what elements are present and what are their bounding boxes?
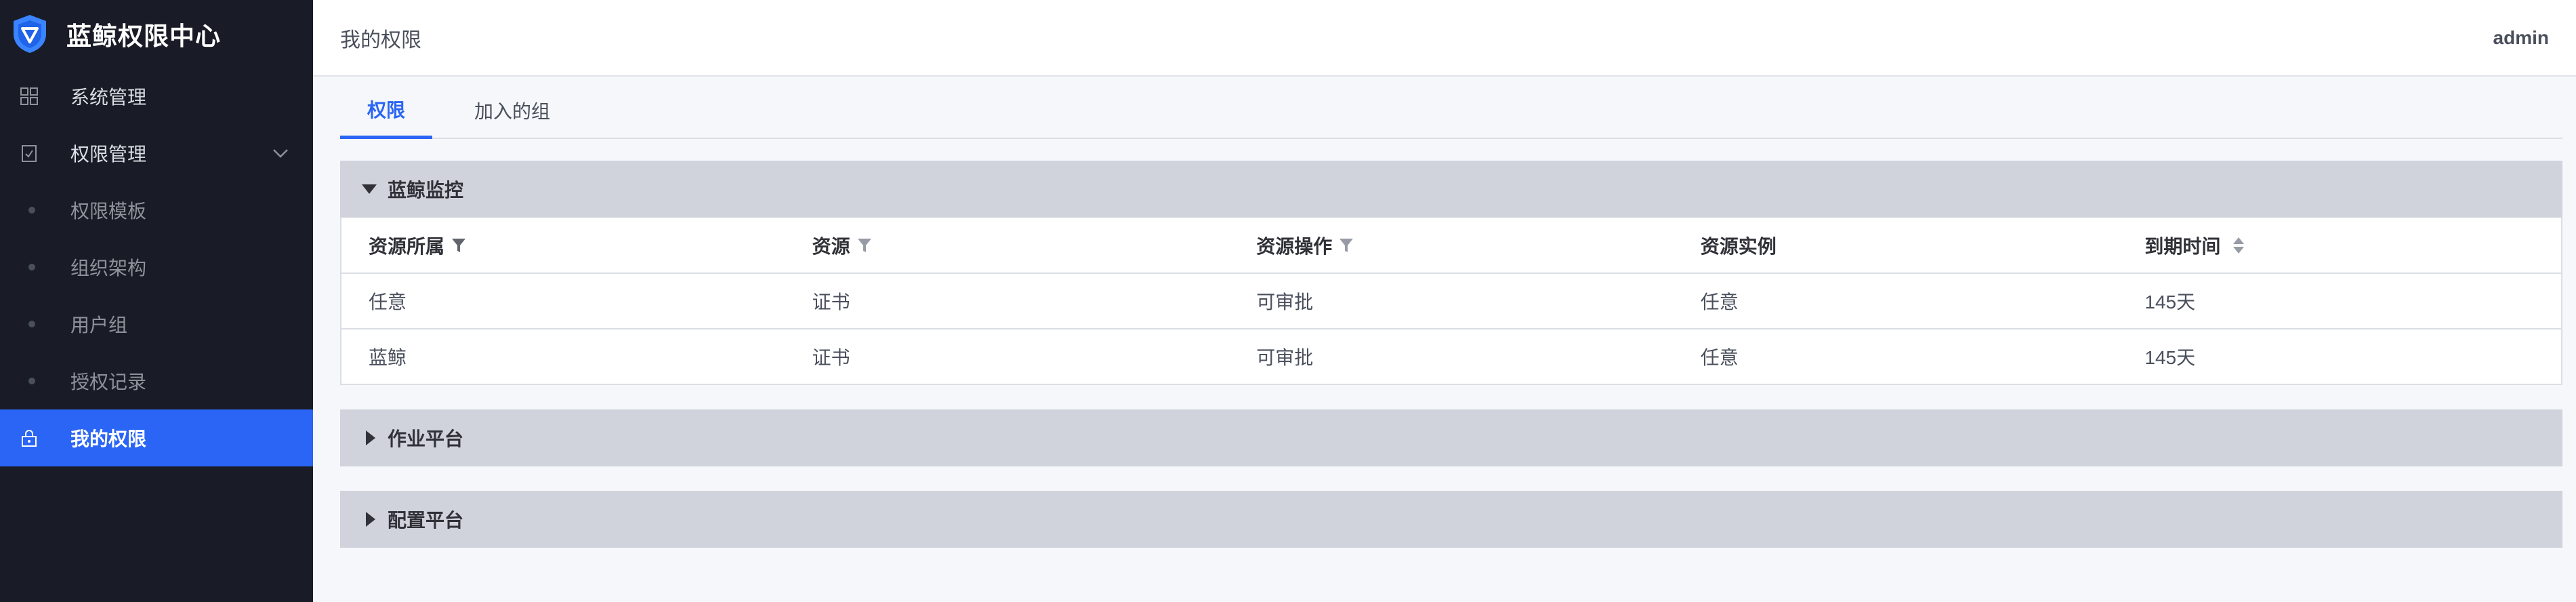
- column-header[interactable]: 资源操作: [1229, 218, 1674, 274]
- sidebar-item-label: 我的权限: [70, 428, 147, 449]
- sidebar-item-system-management[interactable]: 系统管理: [0, 68, 313, 125]
- table-cell: 蓝鲸: [341, 329, 785, 385]
- filter-icon[interactable]: [1339, 237, 1354, 254]
- table-cell: 任意: [1673, 329, 2118, 385]
- table-cell: 任意: [1673, 273, 2118, 329]
- sidebar-item-authorization-records[interactable]: 授权记录: [0, 353, 313, 409]
- column-header: 资源实例: [1673, 218, 2118, 274]
- column-label: 资源实例: [1700, 235, 1777, 257]
- sidebar-item-organization[interactable]: 组织架构: [0, 239, 313, 296]
- app-window: 蓝鲸权限中心 系统管理 权限管理 权限模板 组织架构 用户组 授权记录 我的权限…: [0, 0, 2576, 602]
- column-label: 资源所属: [369, 235, 445, 257]
- user-menu[interactable]: admin: [2493, 27, 2549, 49]
- app-title: 蓝鲸权限中心: [66, 22, 221, 50]
- panel-system: 配置平台: [340, 491, 2562, 548]
- column-header[interactable]: 资源: [785, 218, 1230, 274]
- table-row: 任意 证书 可审批 任意 145天: [341, 273, 2562, 329]
- table-cell: 可审批: [1229, 273, 1674, 329]
- sidebar-item-permission-management[interactable]: 权限管理: [0, 125, 313, 182]
- table-cell: 145天: [2117, 273, 2562, 329]
- table-cell: 145天: [2117, 329, 2562, 385]
- bullet-dot-icon: [28, 207, 35, 214]
- table-header-row: 资源所属 资源 资源操作 资源实例 到期时间: [341, 218, 2562, 274]
- filter-icon[interactable]: [857, 237, 872, 254]
- lock-icon: [19, 428, 39, 448]
- sidebar-item-my-permissions[interactable]: 我的权限: [0, 409, 313, 466]
- panel-header[interactable]: 作业平台: [340, 409, 2562, 466]
- bullet-dot-icon: [28, 321, 35, 327]
- panel-title: 作业平台: [388, 428, 464, 449]
- table-row: 蓝鲸 证书 可审批 任意 145天: [341, 329, 2562, 385]
- panel-header[interactable]: 配置平台: [340, 491, 2562, 548]
- page-title: 我的权限: [340, 28, 421, 52]
- sidebar-item-permission-template[interactable]: 权限模板: [0, 182, 313, 239]
- tab-permissions[interactable]: 权限: [340, 82, 433, 139]
- sidebar-item-label: 授权记录: [70, 372, 147, 393]
- sidebar-item-user-group[interactable]: 用户组: [0, 296, 313, 353]
- table-cell: 证书: [785, 273, 1230, 329]
- chevron-down-icon: [273, 149, 288, 158]
- topbar: 我的权限 admin: [313, 0, 2576, 77]
- panel-system: 蓝鲸监控 资源所属 资源 资源操作 资源实例 到期时间 任意 证书 可审批 任意…: [340, 161, 2562, 385]
- table-cell: 证书: [785, 329, 1230, 385]
- sidebar: 蓝鲸权限中心 系统管理 权限管理 权限模板 组织架构 用户组 授权记录 我的权限: [0, 0, 313, 602]
- column-header[interactable]: 到期时间: [2117, 218, 2562, 274]
- sidebar-menu: 系统管理 权限管理 权限模板 组织架构 用户组 授权记录 我的权限: [0, 68, 313, 466]
- tab-joined-groups[interactable]: 加入的组: [447, 83, 577, 138]
- sidebar-item-label: 权限模板: [70, 201, 147, 222]
- panel-system: 作业平台: [340, 409, 2562, 466]
- sort-icon[interactable]: [2231, 235, 2246, 256]
- sidebar-item-label: 权限管理: [70, 144, 147, 165]
- clipboard-icon: [19, 143, 39, 163]
- grid-icon: [19, 86, 39, 106]
- bullet-dot-icon: [28, 378, 35, 384]
- bullet-dot-icon: [28, 264, 35, 270]
- permissions-table: 资源所属 资源 资源操作 资源实例 到期时间 任意 证书 可审批 任意 145天…: [340, 218, 2562, 385]
- caret-right-icon: [366, 512, 375, 527]
- shield-logo-icon: [14, 15, 46, 53]
- panel-title: 蓝鲸监控: [388, 180, 464, 201]
- sidebar-item-label: 组织架构: [70, 258, 147, 279]
- brand[interactable]: 蓝鲸权限中心: [0, 0, 313, 68]
- panel-title: 配置平台: [388, 510, 464, 531]
- table-cell: 任意: [341, 273, 785, 329]
- caret-right-icon: [366, 430, 375, 445]
- column-label: 资源: [812, 235, 850, 257]
- table-cell: 可审批: [1229, 329, 1674, 385]
- panel-header[interactable]: 蓝鲸监控: [340, 161, 2562, 218]
- tab-bar: 权限 加入的组: [340, 77, 2562, 139]
- column-label: 到期时间: [2144, 235, 2221, 257]
- sidebar-item-label: 系统管理: [70, 87, 147, 108]
- content: 权限 加入的组 蓝鲸监控 资源所属 资源 资源操作 资源实例 到期时间 任意 证…: [313, 77, 2576, 548]
- column-label: 资源操作: [1256, 235, 1333, 257]
- filter-icon[interactable]: [451, 237, 466, 254]
- main-area: 我的权限 admin 权限 加入的组 蓝鲸监控 资源所属 资源 资源操作 资源实…: [313, 0, 2576, 602]
- caret-down-icon: [362, 184, 377, 194]
- sidebar-item-label: 用户组: [70, 315, 128, 336]
- column-header[interactable]: 资源所属: [341, 218, 785, 274]
